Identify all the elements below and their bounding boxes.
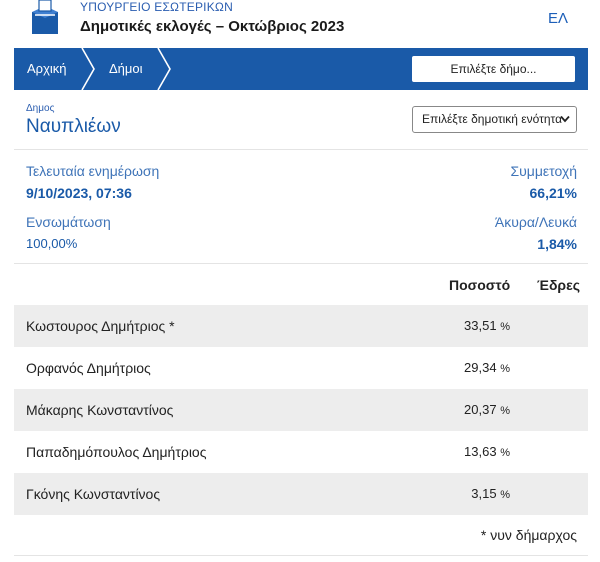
breadcrumb-bar: Αρχική Δήμοι Επιλέξτε δήμο... <box>14 48 588 90</box>
divider <box>14 555 588 556</box>
candidate-name: Γκόνης Κωνσταντίνος <box>26 486 161 502</box>
chevron-right-icon <box>81 48 95 90</box>
language-toggle[interactable]: ΕΛ <box>548 10 568 27</box>
table-row: Γκόνης Κωνσταντίνος 3,15 % <box>14 473 588 515</box>
breadcrumb-municipalities[interactable]: Δήμοι <box>109 48 143 90</box>
candidate-percent: 13,63 % <box>464 444 510 459</box>
candidate-name: Μάκαρης Κωνσταντίνος <box>26 402 174 418</box>
select-municipality-button[interactable]: Επιλέξτε δήμο... <box>412 56 575 82</box>
divider <box>14 149 588 150</box>
ministry-name: ΥΠΟΥΡΓΕΙΟ ΕΣΩΤΕΡΙΚΩΝ <box>80 0 233 14</box>
turnout-value: 66,21% <box>529 185 577 201</box>
page-header: ΥΠΟΥΡΓΕΙΟ ΕΣΩΤΕΡΙΚΩΝ Δημοτικές εκλογές –… <box>0 0 600 46</box>
table-row: Μάκαρης Κωνσταντίνος 20,37 % <box>14 389 588 431</box>
last-update-value: 9/10/2023, 07:36 <box>26 185 132 201</box>
column-header-percent: Ποσοστό <box>449 277 511 293</box>
column-header-seats: Έδρες <box>537 277 581 293</box>
chevron-right-icon <box>157 48 171 90</box>
municipality-name: Ναυπλιέων <box>26 116 121 137</box>
table-row: Παπαδημόπουλος Δημήτριος 13,63 % <box>14 431 588 473</box>
candidate-percent: 3,15 % <box>471 486 510 501</box>
footnote: * νυν δήμαρχος <box>480 527 577 543</box>
divider <box>14 263 588 264</box>
invalid-blank-value: 1,84% <box>537 236 577 252</box>
table-row: Ορφανός Δημήτριος 29,34 % <box>14 347 588 389</box>
candidate-name: Κωστουρος Δημήτριος * <box>26 318 175 334</box>
candidate-percent: 33,51 % <box>464 318 510 333</box>
integration-value: 100,00% <box>26 236 78 251</box>
ballot-box-icon <box>28 0 62 36</box>
candidate-percent: 20,37 % <box>464 402 510 417</box>
election-title: Δημοτικές εκλογές – Οκτώβριος 2023 <box>80 18 345 35</box>
candidate-name: Παπαδημόπουλος Δημήτριος <box>26 444 207 460</box>
breadcrumb-home[interactable]: Αρχική <box>27 48 67 90</box>
municipal-unit-select-value: Επιλέξτε δημοτική ενότητα <box>422 112 563 126</box>
chevron-down-icon <box>560 115 570 123</box>
results-table: Κωστουρος Δημήτριος * 33,51 % Ορφανός Δη… <box>14 305 588 515</box>
candidate-percent: 29,34 % <box>464 360 510 375</box>
municipality-label: Δημος <box>26 103 55 114</box>
invalid-blank-label: Άκυρα/Λευκά <box>494 214 577 230</box>
integration-label: Ενσωμάτωση <box>26 214 111 230</box>
candidate-name: Ορφανός Δημήτριος <box>26 360 151 376</box>
turnout-label: Συμμετοχή <box>510 163 577 179</box>
table-row: Κωστουρος Δημήτριος * 33,51 % <box>14 305 588 347</box>
municipal-unit-select[interactable]: Επιλέξτε δημοτική ενότητα <box>412 106 577 133</box>
last-update-label: Τελευταία ενημέρωση <box>26 163 160 179</box>
